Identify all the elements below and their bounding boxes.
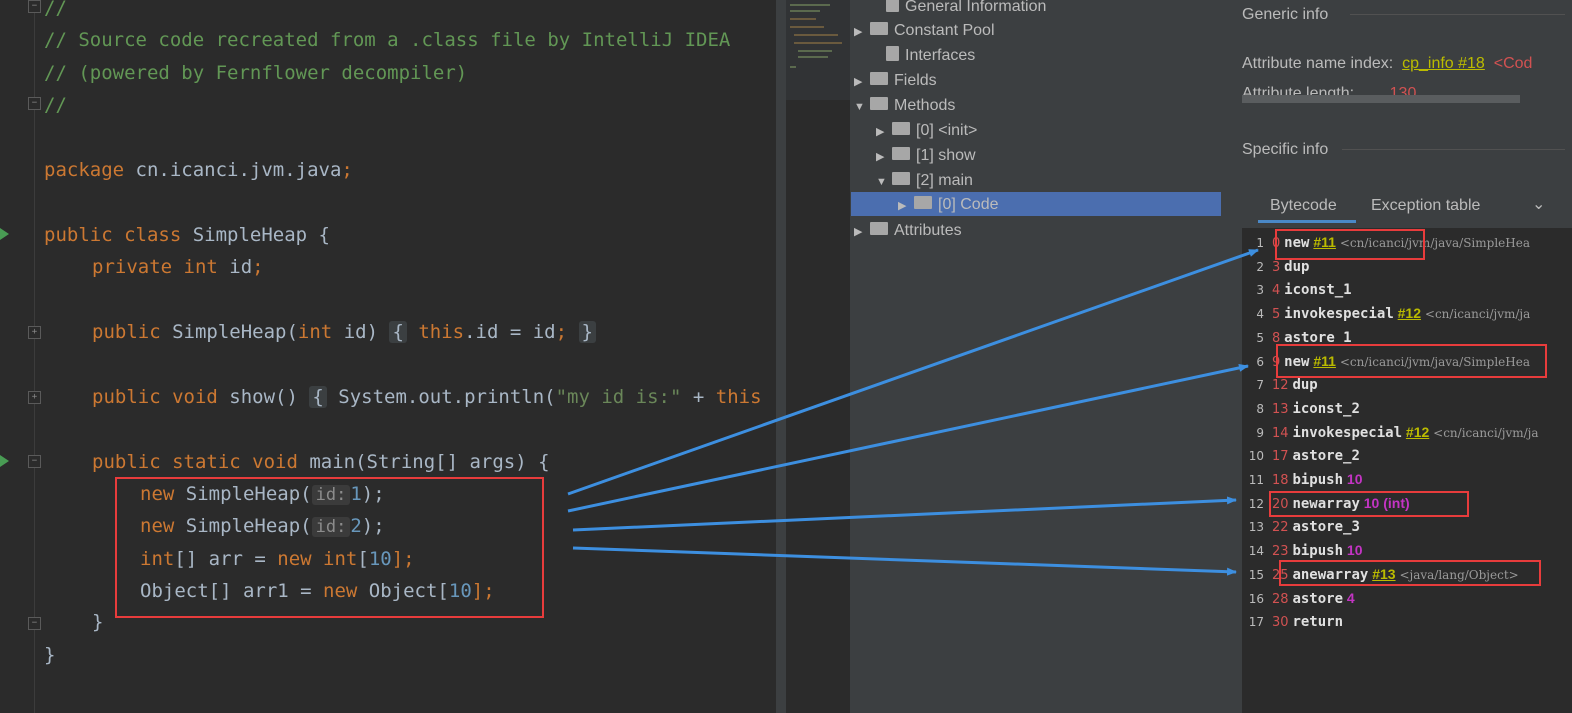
arrow-to-new-1	[567, 248, 1259, 496]
arrow-to-anewarray	[572, 546, 1237, 576]
arrow-to-newarray	[572, 496, 1237, 532]
annotation-arrows	[567, 248, 1259, 576]
arrow-to-new-2	[567, 363, 1249, 513]
